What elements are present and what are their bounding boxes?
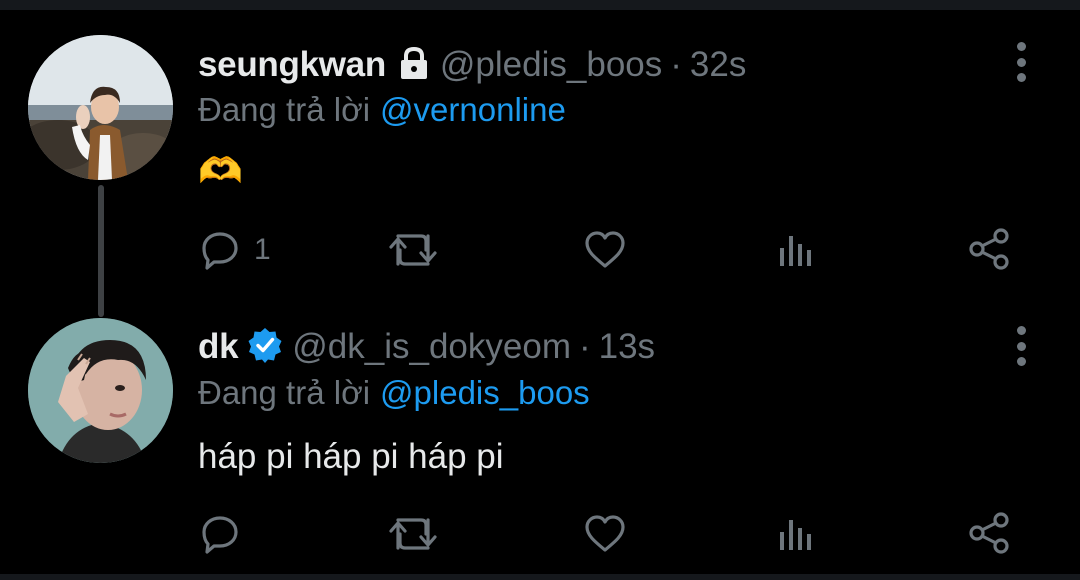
more-options-icon[interactable] [1010,326,1032,366]
thread-connector-line [98,185,104,317]
tweet-header: seungkwan @pledis_boos · 32s [198,40,746,90]
verified-badge-icon [246,326,284,369]
display-name[interactable]: dk [198,327,239,367]
like-button[interactable] [584,230,626,270]
time-separator: · [670,45,682,84]
avatar-dk[interactable] [28,318,173,463]
share-icon [969,228,1009,270]
like-icon [585,515,625,552]
tweet-text: 🫶 [198,150,243,191]
retweet-button[interactable] [388,230,438,270]
timestamp[interactable]: 13s [599,327,655,367]
avatar-dk-image [28,318,173,463]
replying-to: Đang trả lời @pledis_boos [198,370,590,416]
top-divider [0,0,1080,10]
handle[interactable]: @dk_is_dokyeom [292,327,571,367]
analytics-button[interactable] [778,230,816,270]
share-button[interactable] [968,512,1010,554]
replying-to: Đang trả lời @vernonline [198,87,566,133]
retweet-icon [389,234,437,266]
reply-button[interactable]: 1 [200,230,271,270]
bottom-divider [0,574,1080,580]
like-icon [585,231,625,268]
replying-to-mention[interactable]: @pledis_boos [380,374,590,412]
analytics-icon [780,236,811,266]
reply-icon [202,516,238,554]
tweet-header: dk @dk_is_dokyeom · 13s [198,322,655,372]
like-button[interactable] [584,514,626,554]
analytics-icon [780,520,811,550]
share-button[interactable] [968,228,1010,270]
timestamp[interactable]: 32s [690,45,746,85]
lock-icon [396,45,432,86]
display-name[interactable]: seungkwan [198,45,386,85]
tweet-text: háp pi háp pi háp pi [198,437,504,476]
retweet-button[interactable] [388,514,438,554]
handle[interactable]: @pledis_boos [440,45,662,85]
replying-to-label: Đang trả lời [198,91,371,128]
more-options-icon[interactable] [1010,42,1032,82]
share-icon [969,512,1009,554]
reply-icon [202,232,238,270]
reply-button[interactable] [200,514,254,554]
reply-count: 1 [254,233,271,266]
retweet-icon [389,518,437,550]
time-separator: · [578,327,591,366]
avatar-seungkwan[interactable] [28,35,173,180]
analytics-button[interactable] [778,514,816,554]
replying-to-mention[interactable]: @vernonline [380,91,566,129]
avatar-seungkwan-image [28,35,173,180]
replying-to-label: Đang trả lời [198,374,371,411]
